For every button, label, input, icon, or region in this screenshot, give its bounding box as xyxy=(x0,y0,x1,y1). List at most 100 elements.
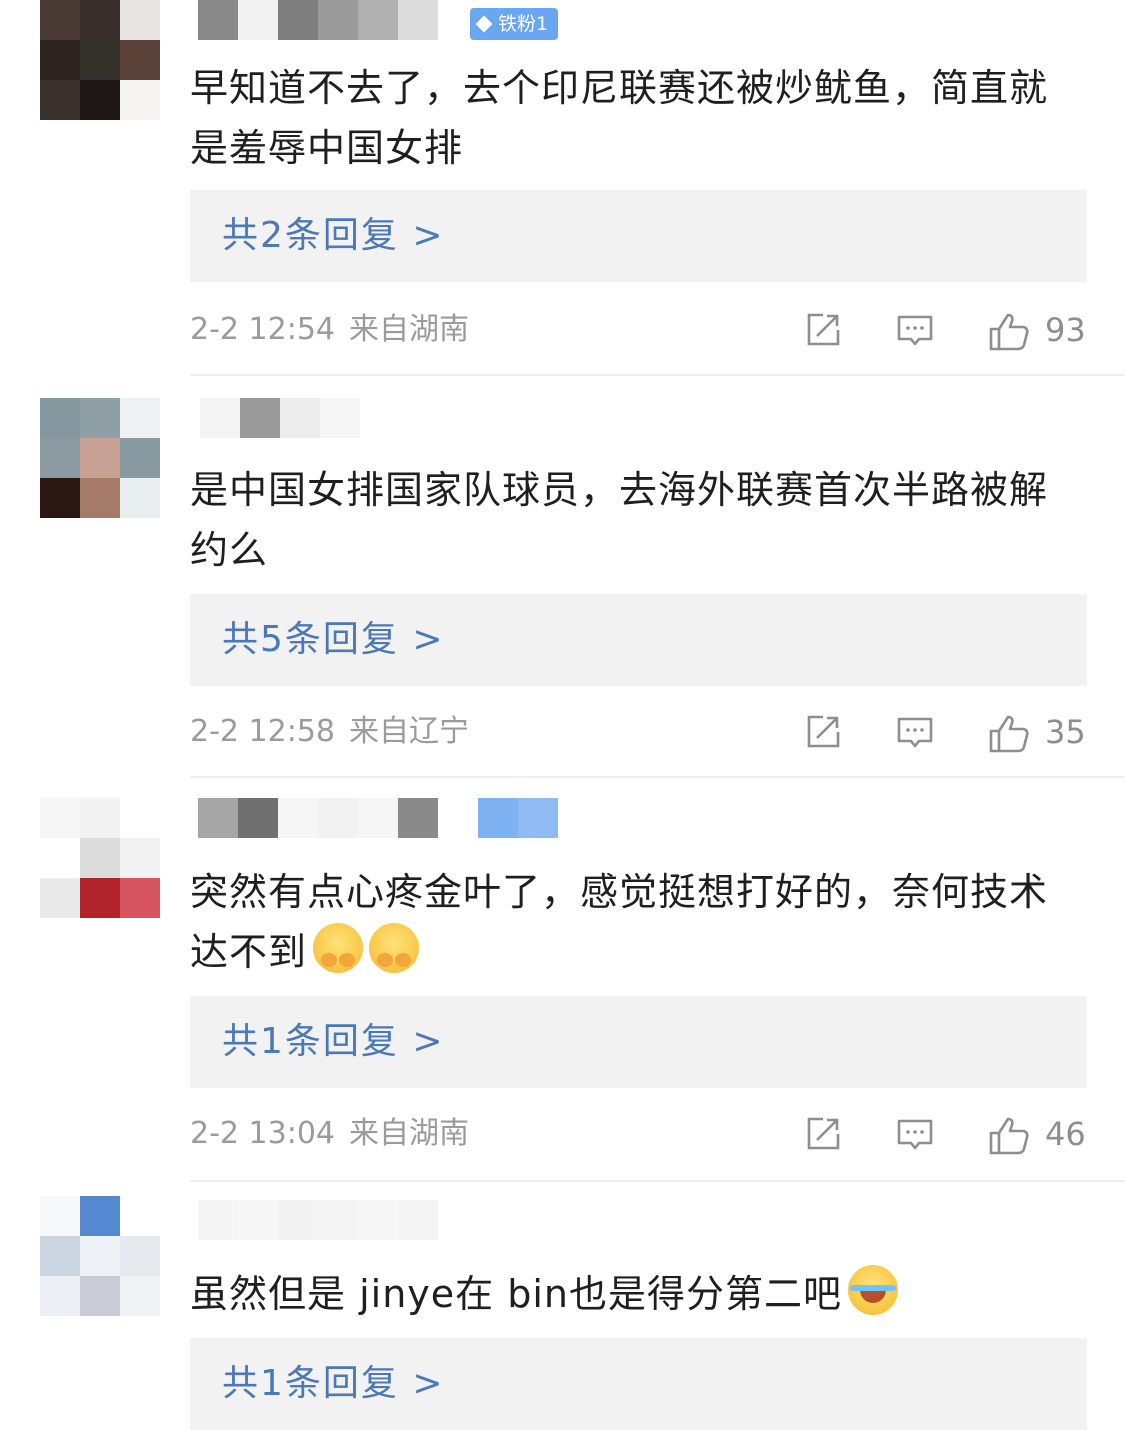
like-count: 46 xyxy=(1045,1115,1086,1153)
avatar[interactable] xyxy=(40,398,160,518)
username[interactable] xyxy=(198,798,558,838)
divider xyxy=(190,1180,1125,1182)
comment-icon[interactable] xyxy=(895,712,935,752)
avatar[interactable] xyxy=(40,0,160,120)
comment-actions: 35 xyxy=(803,710,1087,754)
comment-text-content: 是中国女排国家队球员，去海外联赛首次半路被解约么 xyxy=(190,468,1049,572)
avatar-pixel xyxy=(80,1196,120,1236)
thumbs-up-icon[interactable] xyxy=(987,712,1029,753)
comment-text-content: 早知道不去了，去个印尼联赛还被炒鱿鱼，简直就是羞辱中国女排 xyxy=(190,66,1049,170)
avatar-pixel xyxy=(40,438,80,478)
avatar-pixel xyxy=(120,438,160,478)
comment-icon[interactable] xyxy=(895,1114,935,1154)
avatar-pixel xyxy=(40,1236,80,1276)
username-pixel xyxy=(240,398,280,438)
avatar-pixel xyxy=(120,1196,160,1236)
shy-emoji-icon xyxy=(369,923,420,973)
view-replies-link[interactable]: 共5条回复 > xyxy=(222,594,445,686)
username-pixel xyxy=(198,1200,238,1240)
avatar-pixel xyxy=(40,80,80,120)
avatar-pixel xyxy=(120,878,160,918)
comment-meta: 2-2 12:54 来自湖南 xyxy=(190,310,469,350)
view-replies-link[interactable]: 共2条回复 > xyxy=(222,190,445,282)
username-pixel xyxy=(398,798,438,838)
comment-text: 突然有点心疼金叶了，感觉挺想打好的，奈何技术达不到 xyxy=(190,862,1080,982)
username-pixel xyxy=(398,1200,438,1240)
username-pixel xyxy=(280,398,320,438)
divider xyxy=(190,776,1125,778)
username-pixel xyxy=(278,0,318,40)
avatar[interactable] xyxy=(40,798,160,918)
like-count: 93 xyxy=(1045,311,1086,349)
avatar-pixel xyxy=(120,478,160,518)
like-count: 35 xyxy=(1045,713,1086,751)
username[interactable] xyxy=(198,0,438,40)
share-icon[interactable] xyxy=(803,1114,843,1154)
diamond-icon xyxy=(475,15,493,33)
comment-item: 突然有点心疼金叶了，感觉挺想打好的，奈何技术达不到 共1条回复 > 2-2 13… xyxy=(0,798,1125,1182)
username-pixel xyxy=(358,1200,398,1240)
username-pixel xyxy=(358,798,398,838)
comment-icon[interactable] xyxy=(895,310,935,350)
replies-panel[interactable]: 共5条回复 > xyxy=(190,594,1087,686)
username-pixel xyxy=(200,398,240,438)
username-pixel xyxy=(238,1200,278,1240)
username-pixel xyxy=(318,1200,358,1240)
comment-location: 来自湖南 xyxy=(349,1116,469,1151)
fan-badge: 铁粉1 xyxy=(470,8,559,40)
avatar[interactable] xyxy=(40,1196,160,1316)
comment-text: 虽然但是 jinye在 bin也是得分第二吧 xyxy=(190,1264,1080,1324)
avatar-pixel xyxy=(120,80,160,120)
view-replies-link[interactable]: 共1条回复 > xyxy=(222,996,445,1088)
username-pixel xyxy=(318,0,358,40)
comment-actions: 93 xyxy=(803,308,1087,352)
avatar-pixel xyxy=(40,798,80,838)
comment-location: 来自湖南 xyxy=(349,312,469,347)
share-icon[interactable] xyxy=(803,712,843,752)
share-icon[interactable] xyxy=(803,310,843,350)
username-pixel xyxy=(238,0,278,40)
username-pixel xyxy=(198,798,238,838)
avatar-pixel xyxy=(120,398,160,438)
thumbs-up-icon[interactable] xyxy=(987,310,1029,351)
avatar-pixel xyxy=(120,0,160,40)
avatar-pixel xyxy=(80,398,120,438)
comment-time: 2-2 13:04 xyxy=(190,1116,335,1151)
avatar-pixel xyxy=(80,478,120,518)
avatar-pixel xyxy=(120,798,160,838)
comment-location: 来自辽宁 xyxy=(349,714,469,749)
username-pixel xyxy=(198,0,238,40)
avatar-pixel xyxy=(80,40,120,80)
avatar-pixel xyxy=(120,838,160,878)
replies-panel[interactable]: 共1条回复 > xyxy=(190,996,1087,1088)
comment-meta: 2-2 13:04 来自湖南 xyxy=(190,1114,469,1154)
username[interactable] xyxy=(198,1200,438,1240)
comment-text: 是中国女排国家队球员，去海外联赛首次半路被解约么 xyxy=(190,460,1080,580)
avatar-pixel xyxy=(40,0,80,40)
avatar-pixel xyxy=(40,478,80,518)
avatar-pixel xyxy=(80,878,120,918)
avatar-pixel xyxy=(80,80,120,120)
avatar-pixel xyxy=(40,1196,80,1236)
username-pixel xyxy=(278,1200,318,1240)
avatar-pixel xyxy=(80,0,120,40)
comment-item: 是中国女排国家队球员，去海外联赛首次半路被解约么 共5条回复 > 2-2 12:… xyxy=(0,398,1125,778)
username-pixel xyxy=(438,798,478,838)
username-pixel xyxy=(238,798,278,838)
comment-actions: 46 xyxy=(803,1112,1087,1156)
replies-panel[interactable]: 共1条回复 > xyxy=(190,1338,1087,1430)
thumbs-up-icon[interactable] xyxy=(987,1114,1029,1155)
avatar-pixel xyxy=(80,798,120,838)
username[interactable] xyxy=(200,398,360,438)
avatar-pixel xyxy=(80,838,120,878)
divider xyxy=(190,374,1125,376)
avatar-pixel xyxy=(40,398,80,438)
comment-item: 铁粉1 早知道不去了，去个印尼联赛还被炒鱿鱼，简直就是羞辱中国女排 共2条回复 … xyxy=(0,0,1125,376)
avatar-pixel xyxy=(40,878,80,918)
comment-time: 2-2 12:58 xyxy=(190,714,335,749)
replies-panel[interactable]: 共2条回复 > xyxy=(190,190,1087,282)
laugh-cry-emoji-icon xyxy=(848,1265,898,1315)
view-replies-link[interactable]: 共1条回复 > xyxy=(222,1338,445,1430)
username-pixel xyxy=(478,798,518,838)
avatar-pixel xyxy=(40,40,80,80)
